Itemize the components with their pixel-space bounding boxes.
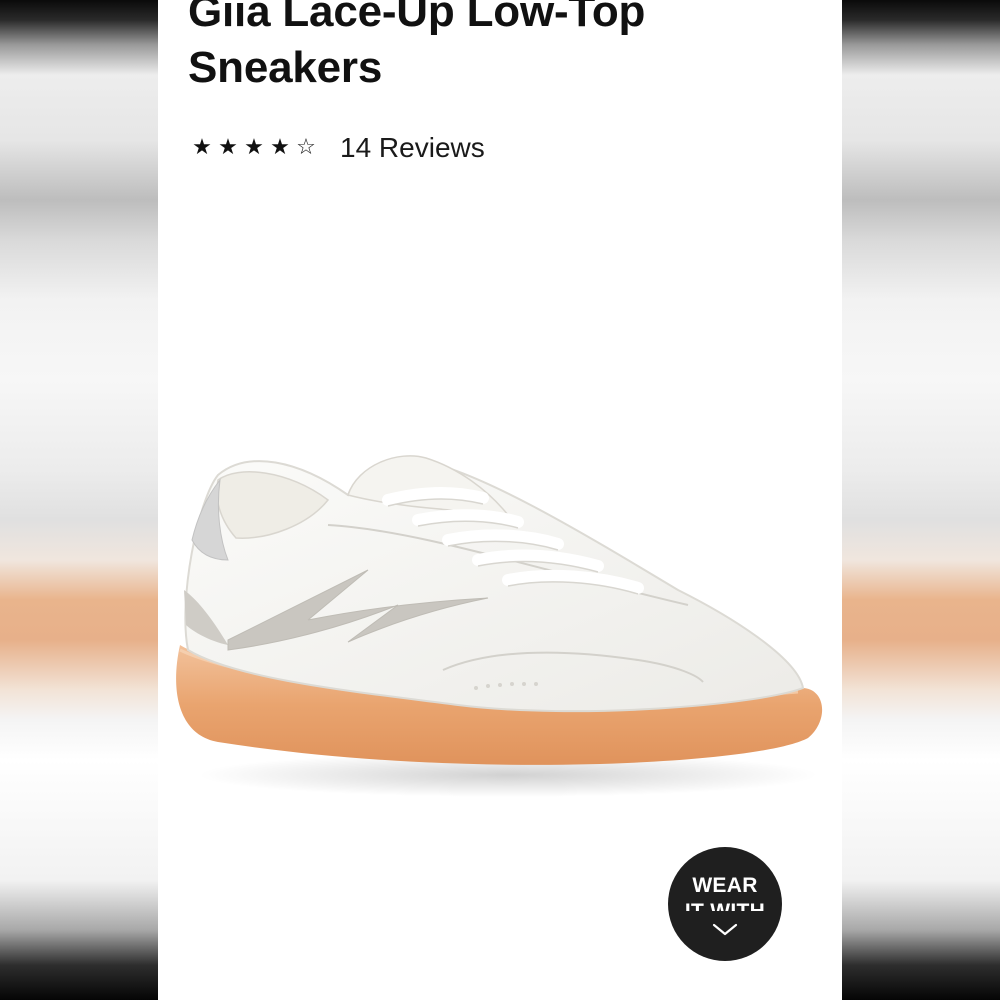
blurred-background-right: [842, 0, 1000, 1000]
screen: Giia Lace-Up Low-Top Sneakers ★ ★ ★ ★ ☆ 14 R…: [0, 0, 1000, 1000]
wear-it-with-line2: IT WITH: [668, 899, 782, 911]
blurred-background-left: [0, 0, 158, 1000]
chevron-down-icon: [712, 923, 738, 936]
wear-it-with-button[interactable]: WEAR IT WITH: [668, 847, 782, 961]
star-filled-icon: ★: [270, 135, 290, 160]
product-title-line2: Sneakers: [188, 43, 383, 92]
rating-row[interactable]: ★ ★ ★ ★ ☆ 14 Reviews: [190, 128, 485, 168]
star-filled-icon: ★: [218, 135, 238, 160]
product-image[interactable]: [158, 420, 842, 820]
reviews-link[interactable]: 14 Reviews: [340, 132, 485, 164]
product-panel: Giia Lace-Up Low-Top Sneakers ★ ★ ★ ★ ☆ 14 R…: [158, 0, 842, 1000]
star-rating: ★ ★ ★ ★ ☆: [190, 133, 318, 163]
product-title-line1: Giia Lace-Up Low-Top: [188, 0, 646, 36]
star-empty-icon: ☆: [296, 135, 316, 160]
wear-it-with-line1: WEAR: [692, 874, 758, 897]
wear-it-with-label: WEAR IT WITH: [668, 873, 782, 911]
product-title: Giia Lace-Up Low-Top Sneakers: [188, 0, 808, 96]
star-filled-icon: ★: [244, 135, 264, 160]
wear-it-with-label-clip: WEAR IT WITH: [668, 847, 782, 911]
star-filled-icon: ★: [192, 135, 212, 160]
